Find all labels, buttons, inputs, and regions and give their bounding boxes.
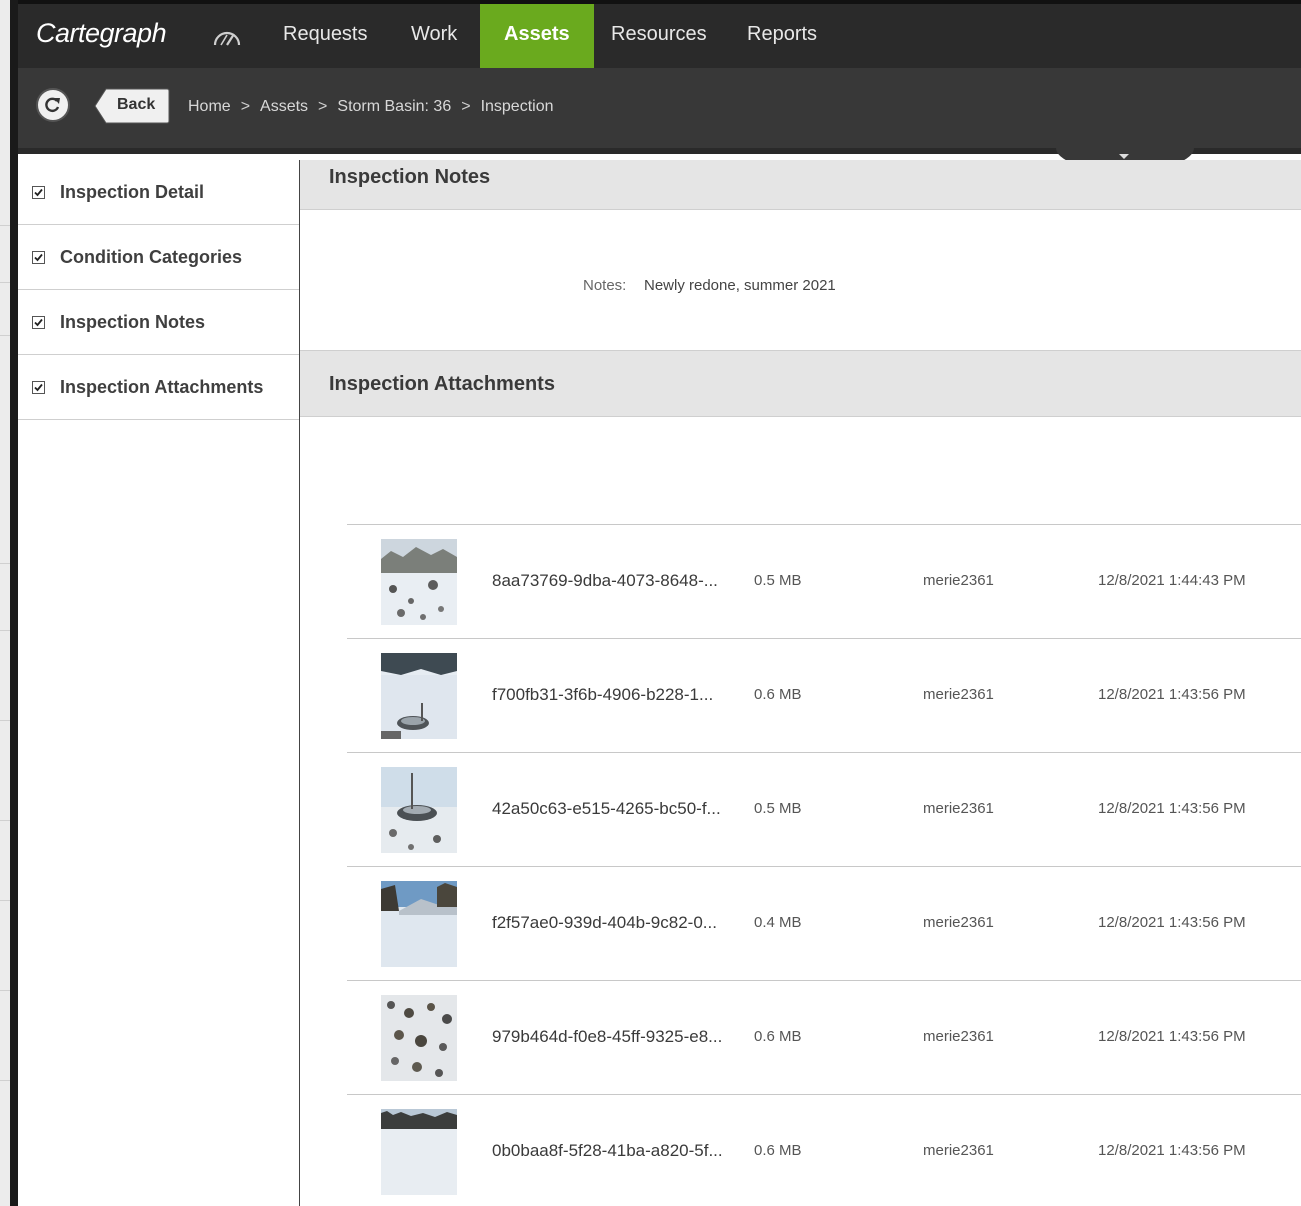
checkmark-icon bbox=[34, 188, 43, 197]
attachment-date: 12/8/2021 1:43:56 PM bbox=[1098, 1142, 1246, 1159]
attachment-size: 0.6 MB bbox=[754, 686, 802, 703]
breadcrumb-separator: > bbox=[318, 98, 328, 115]
sidebar-item-condition-categories[interactable]: Condition Categories bbox=[18, 225, 299, 290]
attachment-user: merie2361 bbox=[923, 800, 994, 817]
back-button[interactable]: Back bbox=[94, 88, 170, 124]
nav-tab-requests[interactable]: Requests bbox=[283, 4, 368, 68]
breadcrumb: Home > Assets > Storm Basin: 36 > Inspection bbox=[188, 98, 554, 116]
section-title: Inspection Notes bbox=[329, 166, 491, 188]
attachment-row[interactable]: f2f57ae0-939d-404b-9c82-0... 0.4 MB meri… bbox=[347, 866, 1301, 980]
back-label: Back bbox=[117, 96, 156, 113]
sidebar-item-label: Inspection Notes bbox=[60, 312, 206, 332]
breadcrumb-separator: > bbox=[461, 98, 471, 115]
sidebar-item-label: Condition Categories bbox=[60, 247, 243, 267]
breadcrumb-assets[interactable]: Assets bbox=[260, 98, 308, 115]
attachment-user: merie2361 bbox=[923, 1142, 994, 1159]
app-logo[interactable]: Cartegraph bbox=[36, 18, 167, 49]
attachments-list: 8aa73769-9dba-4073-8648-... 0.5 MB merie… bbox=[347, 524, 1301, 1206]
gauge-icon[interactable] bbox=[212, 26, 242, 48]
attachment-name[interactable]: 979b464d-f0e8-45ff-9325-e8... bbox=[492, 1027, 722, 1047]
attachment-row[interactable]: 8aa73769-9dba-4073-8648-... 0.5 MB merie… bbox=[347, 524, 1301, 638]
attachment-name[interactable]: 0b0baa8f-5f28-41ba-a820-5f... bbox=[492, 1141, 723, 1161]
attachment-thumbnail[interactable] bbox=[381, 1109, 457, 1195]
notes-label: Notes: bbox=[583, 277, 627, 294]
checkmark-icon bbox=[34, 318, 43, 327]
app-window: Cartegraph Requests Work Assets Resource… bbox=[18, 0, 1301, 1206]
attachment-row[interactable]: 42a50c63-e515-4265-bc50-f... 0.5 MB meri… bbox=[347, 752, 1301, 866]
attachment-name[interactable]: f700fb31-3f6b-4906-b228-1... bbox=[492, 685, 713, 705]
attachment-user: merie2361 bbox=[923, 572, 994, 589]
nav-tab-resources[interactable]: Resources bbox=[611, 4, 707, 68]
attachment-user: merie2361 bbox=[923, 686, 994, 703]
checkbox[interactable] bbox=[32, 316, 45, 329]
attachment-size: 0.5 MB bbox=[754, 800, 802, 817]
inspection-attachments-header: Inspection Attachments bbox=[300, 351, 1301, 417]
chevron-down-icon bbox=[1119, 154, 1129, 159]
attachment-name[interactable]: 42a50c63-e515-4265-bc50-f... bbox=[492, 799, 721, 819]
notes-field-row: Notes: Newly redone, summer 2021 bbox=[300, 210, 1301, 351]
attachment-thumbnail[interactable] bbox=[381, 995, 457, 1081]
checkbox[interactable] bbox=[32, 251, 45, 264]
attachment-name[interactable]: f2f57ae0-939d-404b-9c82-0... bbox=[492, 913, 717, 933]
attachment-size: 0.6 MB bbox=[754, 1028, 802, 1045]
attachment-date: 12/8/2021 1:43:56 PM bbox=[1098, 800, 1246, 817]
checkbox[interactable] bbox=[32, 186, 45, 199]
attachment-user: merie2361 bbox=[923, 914, 994, 931]
breadcrumb-separator: > bbox=[240, 98, 251, 115]
section-title: Inspection Attachments bbox=[329, 373, 555, 395]
sidebar-item-label: Inspection Detail bbox=[60, 182, 205, 202]
nav-tab-work[interactable]: Work bbox=[411, 4, 457, 68]
attachment-thumbnail[interactable] bbox=[381, 881, 457, 967]
sidebar-item-inspection-notes[interactable]: Inspection Notes bbox=[18, 290, 299, 355]
inspection-notes-header: Inspection Notes bbox=[300, 160, 1301, 210]
nav-tab-assets[interactable]: Assets bbox=[480, 4, 594, 68]
attachment-size: 0.5 MB bbox=[754, 572, 802, 589]
attachment-row[interactable]: f700fb31-3f6b-4906-b228-1... 0.6 MB meri… bbox=[347, 638, 1301, 752]
attachment-user: merie2361 bbox=[923, 1028, 994, 1045]
attachment-name[interactable]: 8aa73769-9dba-4073-8648-... bbox=[492, 571, 718, 591]
sidebar-item-inspection-attachments[interactable]: Inspection Attachments bbox=[18, 355, 299, 420]
attachment-date: 12/8/2021 1:43:56 PM bbox=[1098, 914, 1246, 931]
refresh-icon bbox=[45, 97, 60, 113]
main-content: Inspection Notes Notes: Newly redone, su… bbox=[300, 160, 1301, 1206]
attachment-row[interactable]: 979b464d-f0e8-45ff-9325-e8... 0.6 MB mer… bbox=[347, 980, 1301, 1094]
checkmark-icon bbox=[34, 383, 43, 392]
breadcrumb-home[interactable]: Home bbox=[188, 98, 231, 115]
attachment-thumbnail[interactable] bbox=[381, 653, 457, 739]
background-window-strip bbox=[0, 0, 18, 1206]
checkbox[interactable] bbox=[32, 381, 45, 394]
attachment-thumbnail[interactable] bbox=[381, 539, 457, 625]
attachment-date: 12/8/2021 1:43:56 PM bbox=[1098, 686, 1246, 703]
sidebar-item-label: Inspection Attachments bbox=[60, 377, 264, 397]
breadcrumb-storm-basin[interactable]: Storm Basin: 36 bbox=[337, 98, 451, 115]
refresh-button[interactable] bbox=[36, 88, 70, 122]
checkmark-icon bbox=[34, 253, 43, 262]
attachment-size: 0.4 MB bbox=[754, 914, 802, 931]
top-nav: Cartegraph Requests Work Assets Resource… bbox=[18, 0, 1301, 68]
attachment-size: 0.6 MB bbox=[754, 1142, 802, 1159]
attachment-date: 12/8/2021 1:43:56 PM bbox=[1098, 1028, 1246, 1045]
notes-value: Newly redone, summer 2021 bbox=[644, 277, 836, 294]
nav-tab-reports[interactable]: Reports bbox=[747, 4, 817, 68]
section-sidebar: Inspection Detail Condition Categories I… bbox=[18, 160, 300, 1206]
breadcrumb-bar: Back Home > Assets > Storm Basin: 36 > Inspect… bbox=[18, 68, 1301, 154]
sidebar-item-inspection-detail[interactable]: Inspection Detail bbox=[18, 160, 299, 225]
breadcrumb-inspection: Inspection bbox=[480, 98, 554, 115]
attachment-row[interactable]: 0b0baa8f-5f28-41ba-a820-5f... 0.6 MB mer… bbox=[347, 1094, 1301, 1206]
attachment-date: 12/8/2021 1:44:43 PM bbox=[1098, 572, 1246, 589]
attachment-thumbnail[interactable] bbox=[381, 767, 457, 853]
